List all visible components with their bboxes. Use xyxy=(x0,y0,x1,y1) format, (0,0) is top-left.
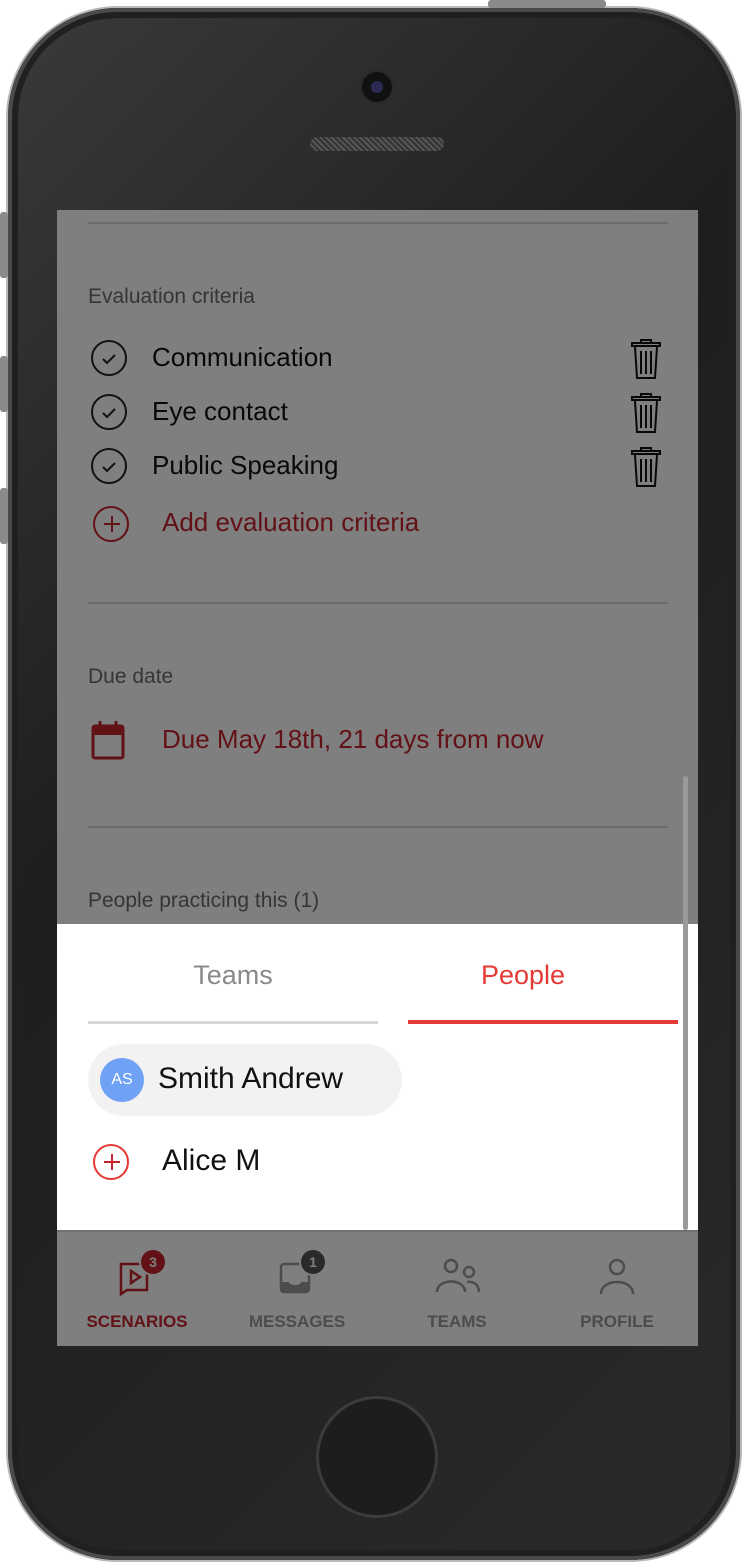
selected-person-chip[interactable]: AS Smith Andrew xyxy=(88,1044,402,1116)
mute-switch xyxy=(0,212,8,278)
volume-up-button xyxy=(0,356,8,412)
plus-circle-icon xyxy=(93,1144,129,1180)
volume-down-button xyxy=(0,488,8,544)
home-button[interactable] xyxy=(316,1396,438,1518)
nav-backdrop xyxy=(57,1230,698,1346)
scrollbar[interactable] xyxy=(683,776,688,1230)
modal-backdrop[interactable] xyxy=(57,210,698,924)
earpiece-speaker xyxy=(310,137,444,151)
front-camera xyxy=(362,72,392,102)
people-picker-sheet: Teams People AS Smith Andrew Alice M xyxy=(57,924,698,1310)
tab-teams[interactable]: Teams xyxy=(83,960,383,991)
power-button xyxy=(488,0,606,8)
selected-person-name: Smith Andrew xyxy=(158,1062,344,1095)
add-person-row[interactable]: Alice M xyxy=(93,1140,493,1184)
tab-people[interactable]: People xyxy=(373,960,673,991)
app-screen: Evaluation criteria Communication Eye co… xyxy=(57,210,698,1346)
tabs-baseline xyxy=(88,1021,378,1024)
avatar: AS xyxy=(100,1058,144,1102)
active-tab-indicator xyxy=(408,1020,678,1024)
person-name: Alice M xyxy=(162,1144,261,1177)
